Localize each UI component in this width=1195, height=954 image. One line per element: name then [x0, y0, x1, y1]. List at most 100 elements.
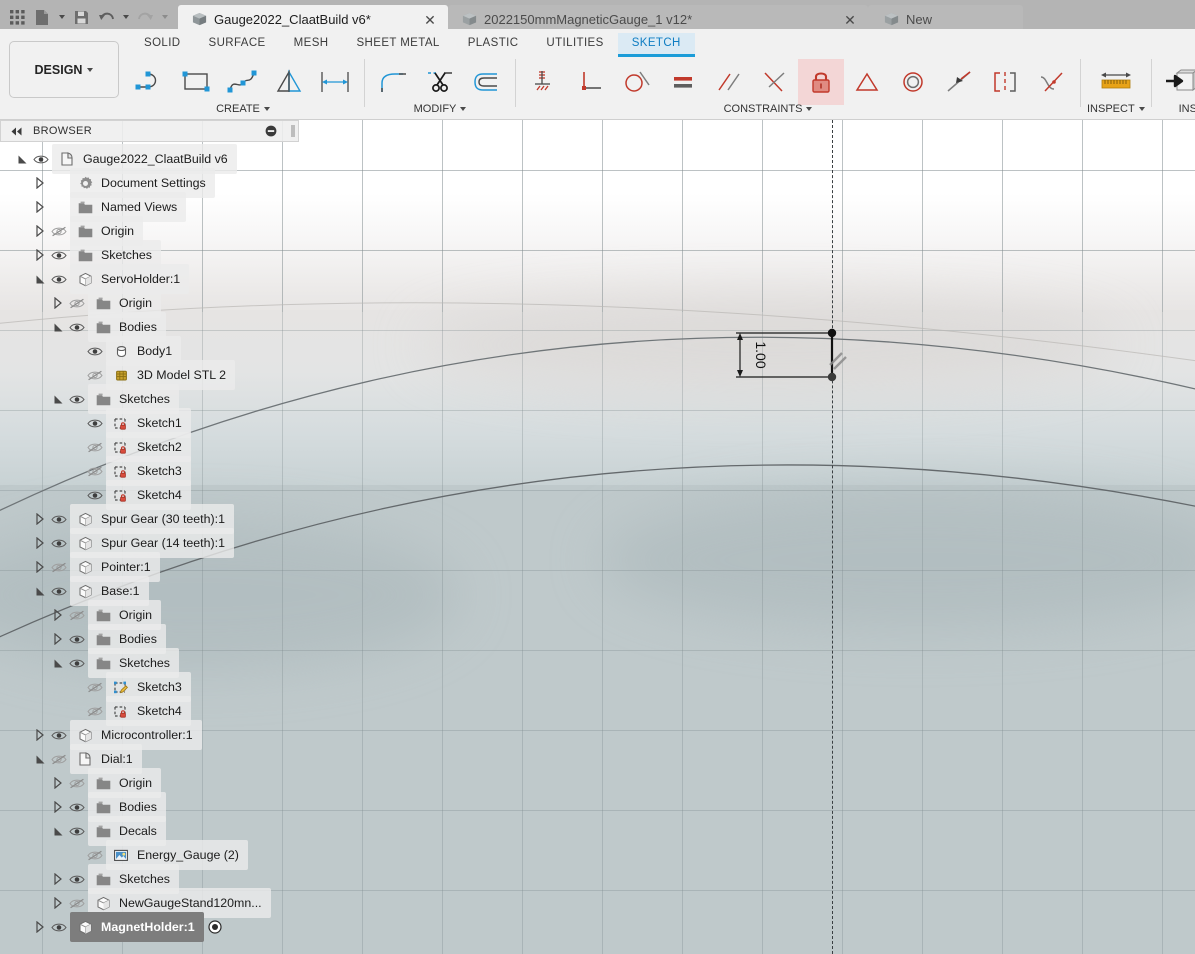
tree-collapse-arrow[interactable]: [32, 747, 48, 771]
ground-constraint-icon[interactable]: [522, 59, 568, 105]
symmetry-bracket-icon[interactable]: [982, 59, 1028, 105]
panel-grip-icon[interactable]: [288, 122, 298, 140]
fillet-icon[interactable]: [371, 59, 417, 105]
measure-ruler-icon[interactable]: [1093, 59, 1139, 105]
eye-visible-icon[interactable]: [48, 531, 70, 555]
app-grid-icon[interactable]: [6, 4, 28, 30]
eye-visible-icon[interactable]: [48, 507, 70, 531]
tab-solid[interactable]: SOLID: [130, 33, 195, 54]
eye-visible-icon[interactable]: [84, 411, 106, 435]
eye-hidden-icon[interactable]: [66, 603, 88, 627]
tree-row[interactable]: Microcontroller:1: [0, 720, 302, 750]
eye-visible-icon[interactable]: [66, 651, 88, 675]
modify-group-label[interactable]: MODIFY: [414, 103, 467, 115]
eye-hidden-icon[interactable]: [66, 291, 88, 315]
tree-expand-arrow[interactable]: [50, 891, 66, 915]
tree-expand-arrow[interactable]: [32, 195, 48, 219]
eye-visible-icon[interactable]: [84, 339, 106, 363]
new-file-dropdown-caret[interactable]: [56, 4, 67, 30]
eye-visible-icon[interactable]: [66, 627, 88, 651]
equal-icon[interactable]: [660, 59, 706, 105]
eye-hidden-icon[interactable]: [84, 435, 106, 459]
tree-expand-arrow[interactable]: [50, 291, 66, 315]
eye-visible-icon[interactable]: [30, 147, 52, 171]
concentric-icon[interactable]: [890, 59, 936, 105]
eye-visible-icon[interactable]: [66, 819, 88, 843]
document-tab-1-close-icon[interactable]: ✕: [422, 12, 438, 28]
eye-visible-icon[interactable]: [66, 315, 88, 339]
tree-collapse-arrow[interactable]: [50, 819, 66, 843]
inspect-group-label[interactable]: INSPECT: [1087, 103, 1145, 115]
eye-visible-icon[interactable]: [48, 915, 70, 939]
tree-collapse-arrow[interactable]: [32, 579, 48, 603]
eye-hidden-icon[interactable]: [48, 219, 70, 243]
offset-icon[interactable]: [463, 59, 509, 105]
line-icon[interactable]: [128, 59, 174, 105]
redo-dropdown-caret[interactable]: [159, 4, 170, 30]
eye-hidden-icon[interactable]: [84, 675, 106, 699]
tree-expand-arrow[interactable]: [50, 771, 66, 795]
eye-hidden-icon[interactable]: [48, 747, 70, 771]
tab-sheet-metal[interactable]: SHEET METAL: [342, 33, 453, 54]
tree-item-magnetholder-1[interactable]: MagnetHolder:1: [70, 912, 204, 942]
tree-expand-arrow[interactable]: [32, 915, 48, 939]
create-group-label[interactable]: CREATE: [216, 103, 270, 115]
tree-collapse-arrow[interactable]: [50, 315, 66, 339]
tree-row[interactable]: MagnetHolder:1: [0, 912, 302, 942]
curvature-icon[interactable]: [1028, 59, 1074, 105]
tree-expand-arrow[interactable]: [50, 867, 66, 891]
symmetry-triangle-icon[interactable]: [844, 59, 890, 105]
tree-collapse-arrow[interactable]: [50, 651, 66, 675]
tree-expand-arrow[interactable]: [50, 627, 66, 651]
document-tab-2-close-icon[interactable]: ✕: [842, 12, 858, 28]
eye-hidden-icon[interactable]: [48, 555, 70, 579]
tab-sketch[interactable]: SKETCH: [617, 33, 695, 57]
tree-expand-arrow[interactable]: [50, 603, 66, 627]
workspace-switcher-button[interactable]: DESIGN: [9, 41, 119, 98]
tab-plastic[interactable]: PLASTIC: [454, 33, 533, 54]
tree-row[interactable]: Pointer:1: [0, 552, 302, 582]
tangent-icon[interactable]: [614, 59, 660, 105]
eye-visible-icon[interactable]: [66, 867, 88, 891]
collapse-left-icon[interactable]: [7, 122, 25, 140]
eye-visible-icon[interactable]: [48, 579, 70, 603]
fix-lock-icon[interactable]: [798, 59, 844, 105]
insert-derive-icon[interactable]: [1158, 59, 1195, 105]
tree-expand-arrow[interactable]: [32, 531, 48, 555]
tree-expand-arrow[interactable]: [50, 795, 66, 819]
eye-visible-icon[interactable]: [48, 723, 70, 747]
perpendicular-icon[interactable]: [568, 59, 614, 105]
eye-hidden-icon[interactable]: [66, 771, 88, 795]
tab-mesh[interactable]: MESH: [280, 33, 343, 54]
undo-dropdown-caret[interactable]: [120, 4, 131, 30]
sketch-dimension-icon[interactable]: [312, 59, 358, 105]
tree-collapse-arrow[interactable]: [50, 387, 66, 411]
tree-expand-arrow[interactable]: [32, 555, 48, 579]
tree-expand-arrow[interactable]: [32, 171, 48, 195]
constraints-group-label[interactable]: CONSTRAINTS: [724, 103, 813, 115]
tree-collapse-arrow[interactable]: [14, 147, 30, 171]
tree-expand-arrow[interactable]: [32, 723, 48, 747]
perpendicular-alt-icon[interactable]: [752, 59, 798, 105]
tree-row[interactable]: Named Views: [0, 192, 302, 222]
eye-visible-icon[interactable]: [66, 795, 88, 819]
eye-visible-icon[interactable]: [48, 243, 70, 267]
minus-circle-icon[interactable]: [262, 122, 280, 140]
tree-collapse-arrow[interactable]: [32, 267, 48, 291]
tab-surface[interactable]: SURFACE: [195, 33, 280, 54]
new-file-icon[interactable]: [31, 4, 53, 30]
save-icon[interactable]: [70, 4, 92, 30]
eye-visible-icon[interactable]: [66, 387, 88, 411]
rectangle-icon[interactable]: [174, 59, 220, 105]
eye-visible-icon[interactable]: [48, 267, 70, 291]
redo-icon[interactable]: [134, 4, 156, 30]
tab-utilities[interactable]: UTILITIES: [532, 33, 617, 54]
tree-expand-arrow[interactable]: [32, 243, 48, 267]
trim-scissors-icon[interactable]: [417, 59, 463, 105]
eye-hidden-icon[interactable]: [84, 459, 106, 483]
midpoint-icon[interactable]: [936, 59, 982, 105]
sketch-dimension-group[interactable]: 1.00: [730, 325, 850, 385]
insert-group-label[interactable]: INSERT: [1179, 103, 1195, 115]
undo-icon[interactable]: [95, 4, 117, 30]
tree-expand-arrow[interactable]: [32, 507, 48, 531]
